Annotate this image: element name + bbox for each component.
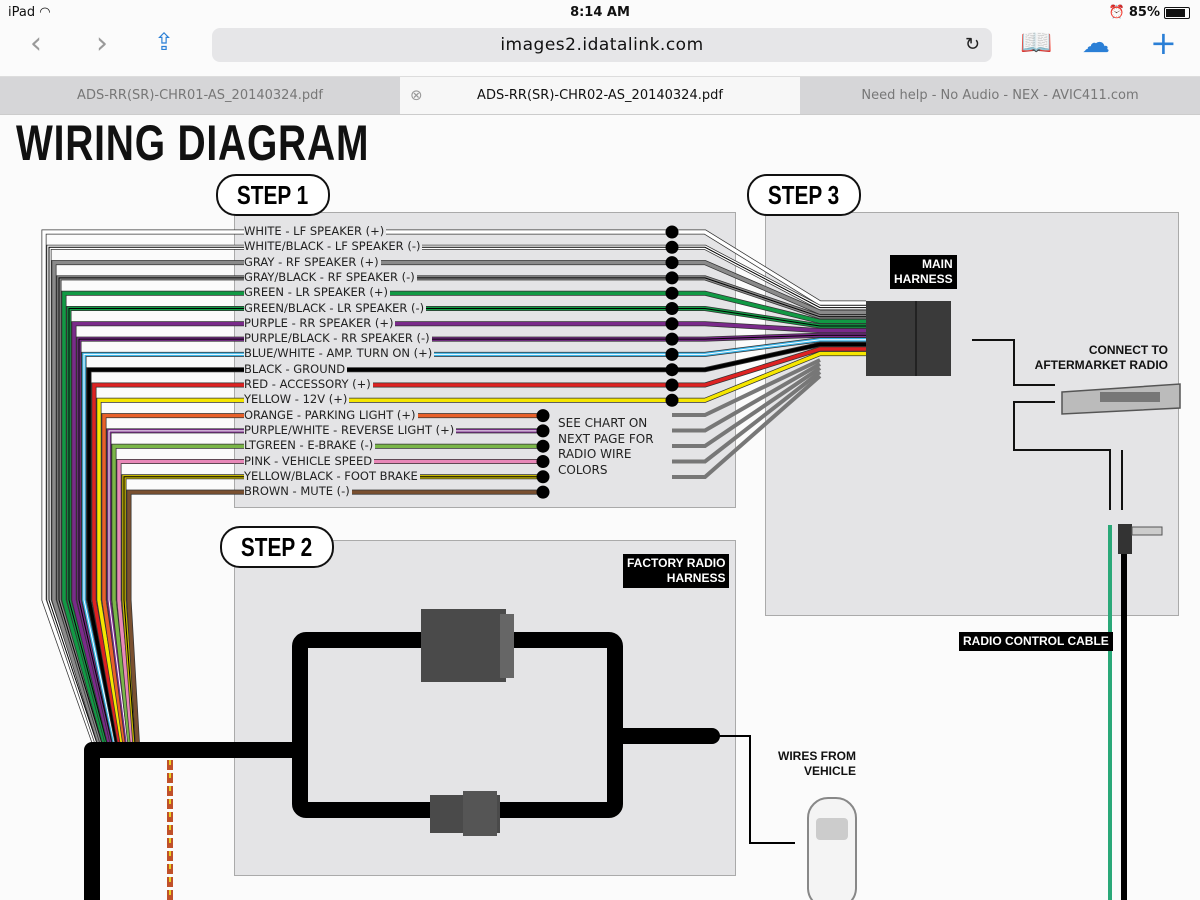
step1-badge: STEP 1 <box>216 174 330 216</box>
audio-jack-tip <box>1131 526 1163 536</box>
main-harness-label: MAIN HARNESS <box>890 255 957 289</box>
wire-label: GREEN/BLACK - LR SPEAKER (-) <box>244 300 427 315</box>
note-line: SEE CHART ON <box>558 416 648 430</box>
label-line: MAIN <box>922 257 953 271</box>
splice-dot <box>536 470 550 484</box>
connect-aftermarket-label: CONNECT TO AFTERMARKET RADIO <box>1030 343 1168 373</box>
note-line: COLORS <box>558 462 608 477</box>
factory-connector-bottom-body <box>463 791 497 836</box>
splice-dot <box>665 378 679 392</box>
wire-label: PURPLE/BLACK - RR SPEAKER (-) <box>244 331 432 346</box>
splice-dot <box>665 271 679 285</box>
splice-dot <box>665 256 679 270</box>
label-line: AFTERMARKET RADIO <box>1034 358 1168 372</box>
wires-from-vehicle-label: WIRES FROM VEHICLE <box>766 749 856 779</box>
splice-dot <box>665 302 679 315</box>
splice-dot <box>665 347 679 361</box>
splice-dot <box>665 317 679 331</box>
note-line: RADIO WIRE <box>558 447 632 461</box>
splice-dot <box>665 332 679 346</box>
wire-label: ORANGE - PARKING LIGHT (+) <box>244 407 418 422</box>
splice-dot <box>536 455 550 468</box>
step3-label: STEP 3 <box>768 180 840 210</box>
wire-label: BLUE/WHITE - AMP. TURN ON (+) <box>244 346 435 361</box>
wire-label: GRAY/BLACK - RF SPEAKER (-) <box>244 269 417 284</box>
splice-dot <box>665 240 679 254</box>
wire-label: YELLOW - 12V (+) <box>244 392 350 407</box>
splice-dot <box>665 225 679 239</box>
label-line: FACTORY RADIO <box>627 556 726 570</box>
splice-dot <box>665 393 679 407</box>
wire-stripe <box>68 308 672 746</box>
main-harness-connector <box>866 301 951 376</box>
vehicle-harness-cable <box>84 742 300 900</box>
wire-label: WHITE/BLACK - LF SPEAKER (-) <box>244 239 423 254</box>
splice-dot <box>536 424 550 438</box>
wire-outline <box>61 290 672 746</box>
vehicle-windshield <box>816 818 848 840</box>
wire-label: YELLOW/BLACK - FOOT BRAKE <box>244 468 420 483</box>
wire-label: GRAY - RF SPEAKER (+) <box>244 254 381 269</box>
label-line: WIRES FROM <box>778 749 856 763</box>
splice-dot <box>536 485 550 499</box>
wire-5 <box>67 306 672 746</box>
radio-wire-note: SEE CHART ON NEXT PAGE FOR RADIO WIRE CO… <box>558 416 654 478</box>
splice-dot <box>665 363 679 377</box>
wire-15 <box>117 459 543 746</box>
wire-label: LTGREEN - E-BRAKE (-) <box>244 438 376 453</box>
step2-badge: STEP 2 <box>220 526 334 568</box>
splice-dot <box>536 439 550 453</box>
label-line: HARNESS <box>894 272 953 286</box>
wire-outline <box>116 459 543 746</box>
step1-label: STEP 1 <box>237 180 309 210</box>
note-line: NEXT PAGE FOR <box>558 431 654 446</box>
audio-jack-icon <box>1118 524 1132 554</box>
radio-control-cable-label: RADIO CONTROL CABLE <box>959 632 1113 651</box>
factory-connector-top-tab <box>500 614 514 678</box>
radio-to-cable-line <box>1013 401 1111 510</box>
wire-label: BLACK - GROUND <box>244 361 348 376</box>
label-line: CONNECT TO <box>1088 343 1168 357</box>
wire-label: RED - ACCESSORY (+) <box>244 377 373 391</box>
wire-label: GREEN - LR SPEAKER (+) <box>244 285 390 300</box>
label-line: HARNESS <box>666 571 726 585</box>
radio-display <box>1100 392 1160 402</box>
wire-outline <box>66 306 672 746</box>
vehicle-icon <box>807 797 857 900</box>
step3-badge: STEP 3 <box>747 174 861 216</box>
wire-4 <box>62 291 672 746</box>
factory-radio-harness-label: FACTORY RADIO HARNESS <box>623 554 730 588</box>
splice-dot <box>665 286 679 300</box>
label-line: VEHICLE <box>803 764 856 778</box>
wire-label: BROWN - MUTE (-) <box>244 484 352 499</box>
step2-label: STEP 2 <box>241 532 313 562</box>
wire-label: PINK - VEHICLE SPEED <box>244 453 375 468</box>
splice-dot <box>536 409 550 423</box>
wire-label: WHITE - LF SPEAKER (+) <box>244 224 387 238</box>
factory-connector-top <box>421 609 506 682</box>
wire-label: PURPLE/WHITE - REVERSE LIGHT (+) <box>244 422 457 437</box>
wire-label: PURPLE - RR SPEAKER (+) <box>244 315 396 330</box>
